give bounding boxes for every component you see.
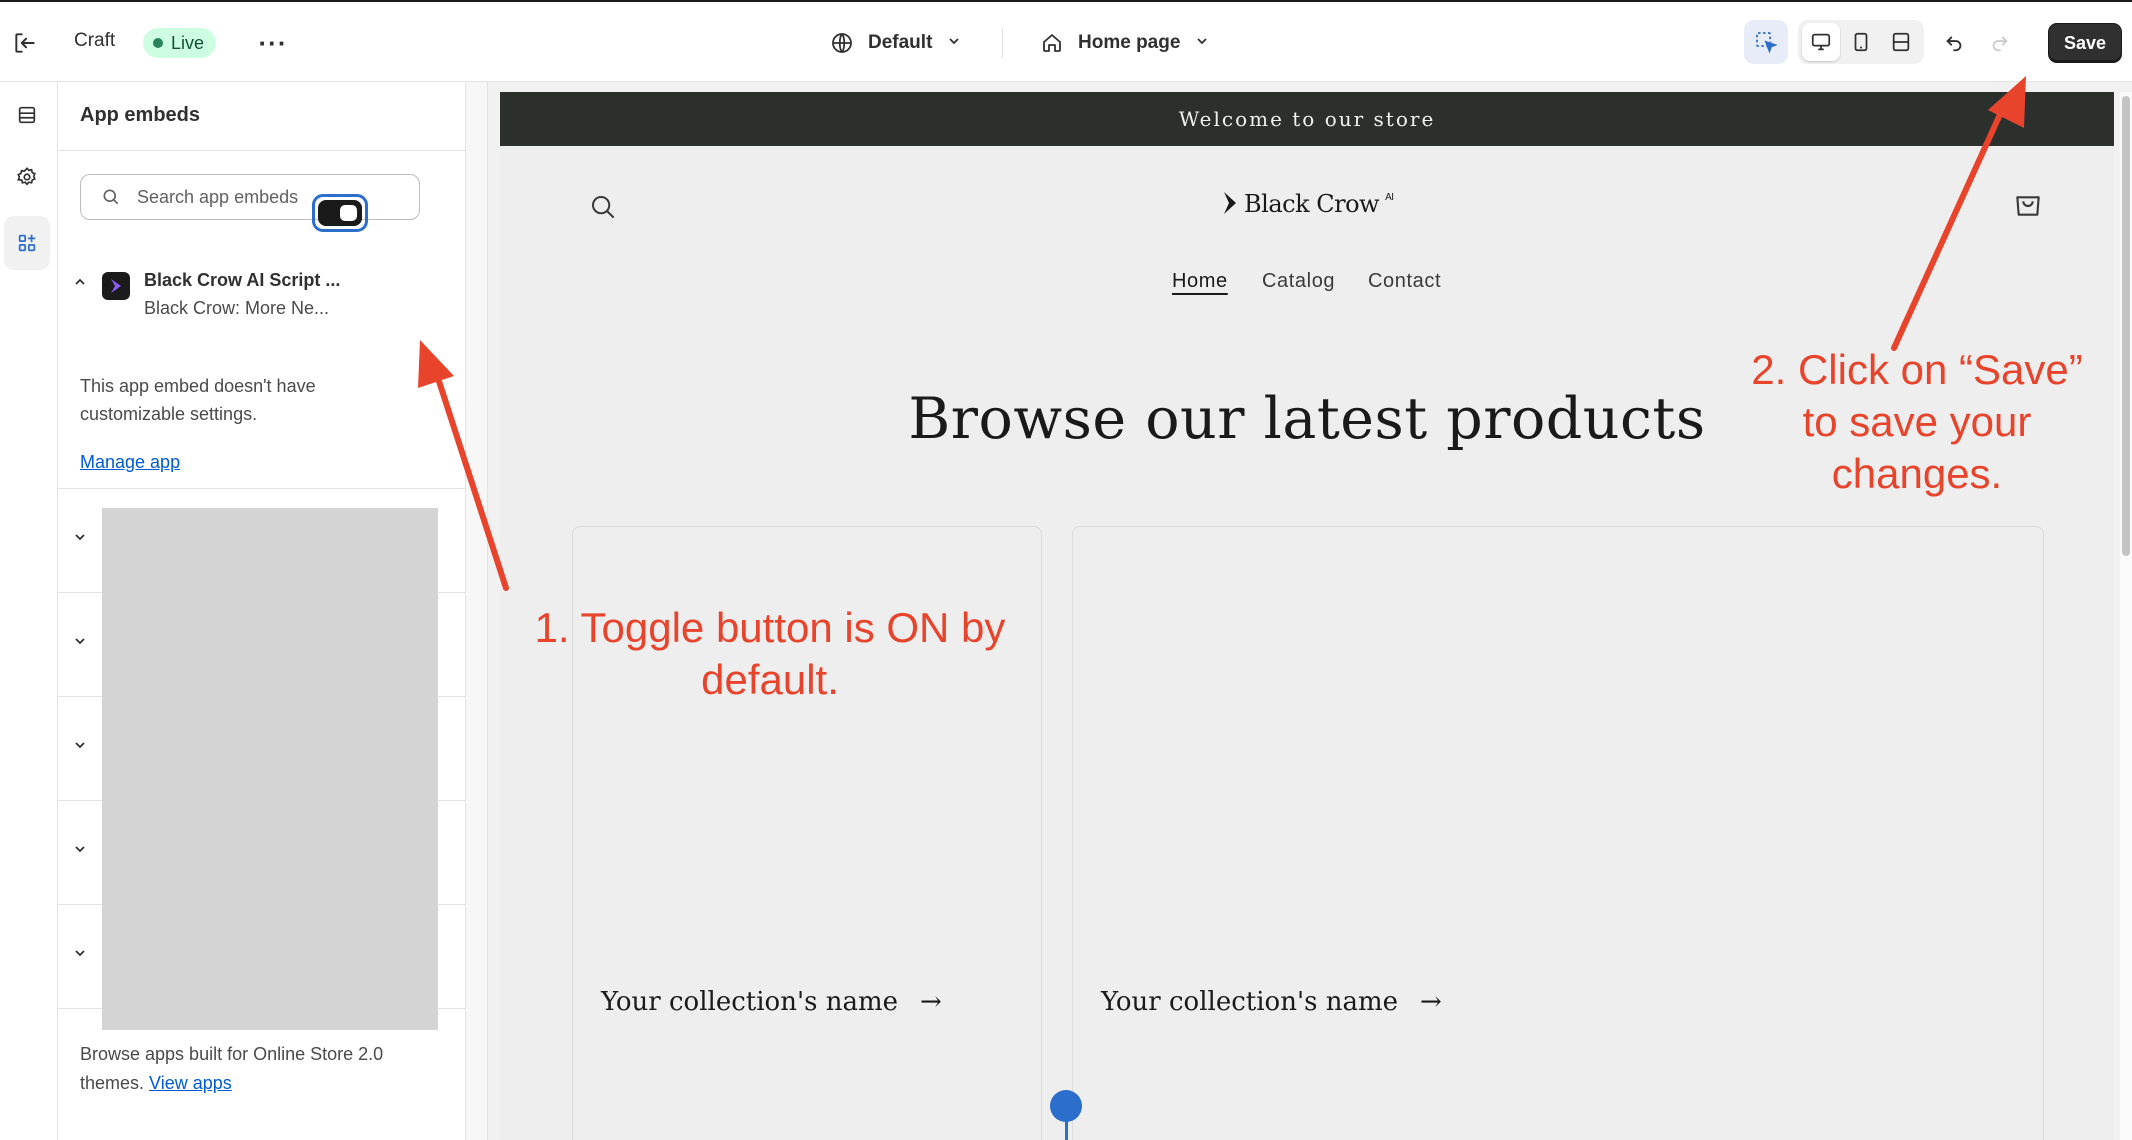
- app-embed-description: This app embed doesn't have customizable…: [80, 376, 316, 424]
- app-name: Craft: [74, 30, 116, 51]
- store-heading: Browse our latest products: [908, 386, 1706, 452]
- redacted-embeds-block: [102, 508, 438, 1030]
- store-logo-text: Black Crow: [1244, 190, 1380, 218]
- nav-catalog[interactable]: Catalog: [1262, 270, 1335, 293]
- mobile-view-button[interactable]: [1842, 23, 1880, 61]
- toggle-switch: [318, 200, 362, 226]
- save-button[interactable]: Save: [2048, 23, 2122, 63]
- chevron-down-icon[interactable]: [72, 841, 88, 862]
- device-switcher: [1798, 20, 1924, 64]
- chevron-down-icon[interactable]: [72, 945, 88, 966]
- undo-icon: [1946, 36, 1962, 52]
- black-crow-logo-icon: [102, 272, 130, 300]
- annotation-toggle-note: 1. Toggle button is ON by default.: [498, 602, 1042, 706]
- inspect-cursor-icon: [1756, 32, 1778, 54]
- chevron-down-icon[interactable]: [72, 633, 88, 654]
- fullscreen-icon: [1892, 32, 1910, 52]
- app-embed-title: Black Crow AI Script ...: [144, 270, 341, 290]
- collection-card[interactable]: Your collection's name →: [1072, 526, 2044, 1140]
- theme-selector-label: Default: [868, 32, 933, 53]
- browse-apps-note: Browse apps built for Online Store 2.0 t…: [80, 1040, 420, 1098]
- app-embed-row[interactable]: Black Crow AI Script ... Black Crow: Mor…: [58, 252, 466, 326]
- mobile-icon: [1854, 32, 1868, 52]
- sections-icon: [18, 106, 36, 124]
- more-actions-icon[interactable]: ···: [253, 26, 293, 60]
- annotation-line: changes.: [1831, 450, 2003, 497]
- announcement-bar[interactable]: Welcome to our store: [500, 92, 2114, 146]
- redo-icon: [1992, 36, 2008, 52]
- desktop-icon: [1811, 33, 1831, 51]
- store-logo[interactable]: Black Crow AI: [1222, 190, 1394, 218]
- theme-selector[interactable]: Default: [830, 26, 962, 60]
- desktop-view-button[interactable]: [1802, 23, 1840, 61]
- nav-contact[interactable]: Contact: [1368, 270, 1441, 293]
- chevron-down-icon: [1194, 33, 1210, 54]
- manage-app-link[interactable]: Manage app: [80, 452, 180, 473]
- status-badge: Live: [143, 28, 217, 58]
- annotation-line: default.: [701, 656, 839, 703]
- annotation-line: 1. Toggle button is ON by: [534, 604, 1006, 651]
- gear-icon: [17, 167, 36, 186]
- collection-name: Your collection's name: [601, 987, 898, 1017]
- collection-link[interactable]: Your collection's name →: [601, 987, 942, 1017]
- divider: [58, 150, 466, 151]
- annotation-save-note: 2. Click on “Save” to save your changes.: [1734, 344, 2100, 500]
- toggle-knob: [340, 205, 357, 221]
- search-icon: [103, 189, 119, 205]
- panel-scrollbar[interactable]: [466, 82, 488, 1140]
- app-embed-subtitle: Black Crow: More Ne...: [144, 298, 330, 318]
- collection-name: Your collection's name: [1101, 987, 1398, 1017]
- annotation-line: to save your: [1802, 398, 2032, 445]
- chevron-down-icon: [946, 33, 962, 54]
- status-badge-label: Live: [171, 32, 205, 53]
- theme-settings-button[interactable]: [4, 150, 50, 204]
- app-embeds-panel: App embeds Search app embeds Black Crow …: [58, 82, 466, 1140]
- search-input[interactable]: Search app embeds: [80, 174, 420, 220]
- full-width-view-button[interactable]: [1882, 23, 1920, 61]
- page-selector[interactable]: Home page: [1040, 26, 1210, 60]
- search-icon[interactable]: [588, 192, 618, 227]
- preview-scrollbar-thumb[interactable]: [2122, 96, 2130, 556]
- inspect-button[interactable]: [1744, 20, 1788, 64]
- arrow-right-icon: →: [1420, 987, 1442, 1017]
- app-embed-toggle[interactable]: [312, 194, 368, 232]
- collection-link[interactable]: Your collection's name →: [1101, 987, 1442, 1017]
- crow-chevron-icon: [1224, 192, 1236, 214]
- apps-icon: [18, 234, 36, 252]
- view-apps-link[interactable]: View apps: [149, 1073, 232, 1093]
- annotation-line: 2. Click on “Save”: [1751, 346, 2083, 393]
- page-selector-label: Home page: [1078, 32, 1181, 53]
- store-logo-ai: AI: [1385, 192, 1394, 203]
- chevron-down-icon[interactable]: [72, 737, 88, 758]
- cart-icon[interactable]: [2012, 188, 2044, 225]
- sections-button[interactable]: [4, 88, 50, 142]
- search-placeholder: Search app embeds: [137, 186, 299, 207]
- exit-icon[interactable]: [10, 28, 40, 58]
- panel-title: App embeds: [80, 104, 201, 126]
- app-embeds-button[interactable]: [4, 216, 50, 270]
- live-dot-icon: [153, 38, 163, 48]
- icon-rail: [0, 82, 58, 1140]
- home-icon: [1043, 34, 1061, 52]
- toolbar-divider: [1002, 28, 1003, 58]
- globe-icon: [832, 33, 852, 53]
- arrow-right-icon: →: [920, 987, 942, 1017]
- chevron-down-icon[interactable]: [72, 529, 88, 550]
- redo-button[interactable]: [1978, 20, 2022, 64]
- undo-button[interactable]: [1932, 20, 1976, 64]
- top-bar: Craft Live ··· Default Home page Save: [0, 0, 2132, 82]
- chevron-up-icon[interactable]: [72, 274, 88, 295]
- nav-home[interactable]: Home: [1172, 270, 1228, 293]
- drag-handle-stem: [1065, 1118, 1068, 1140]
